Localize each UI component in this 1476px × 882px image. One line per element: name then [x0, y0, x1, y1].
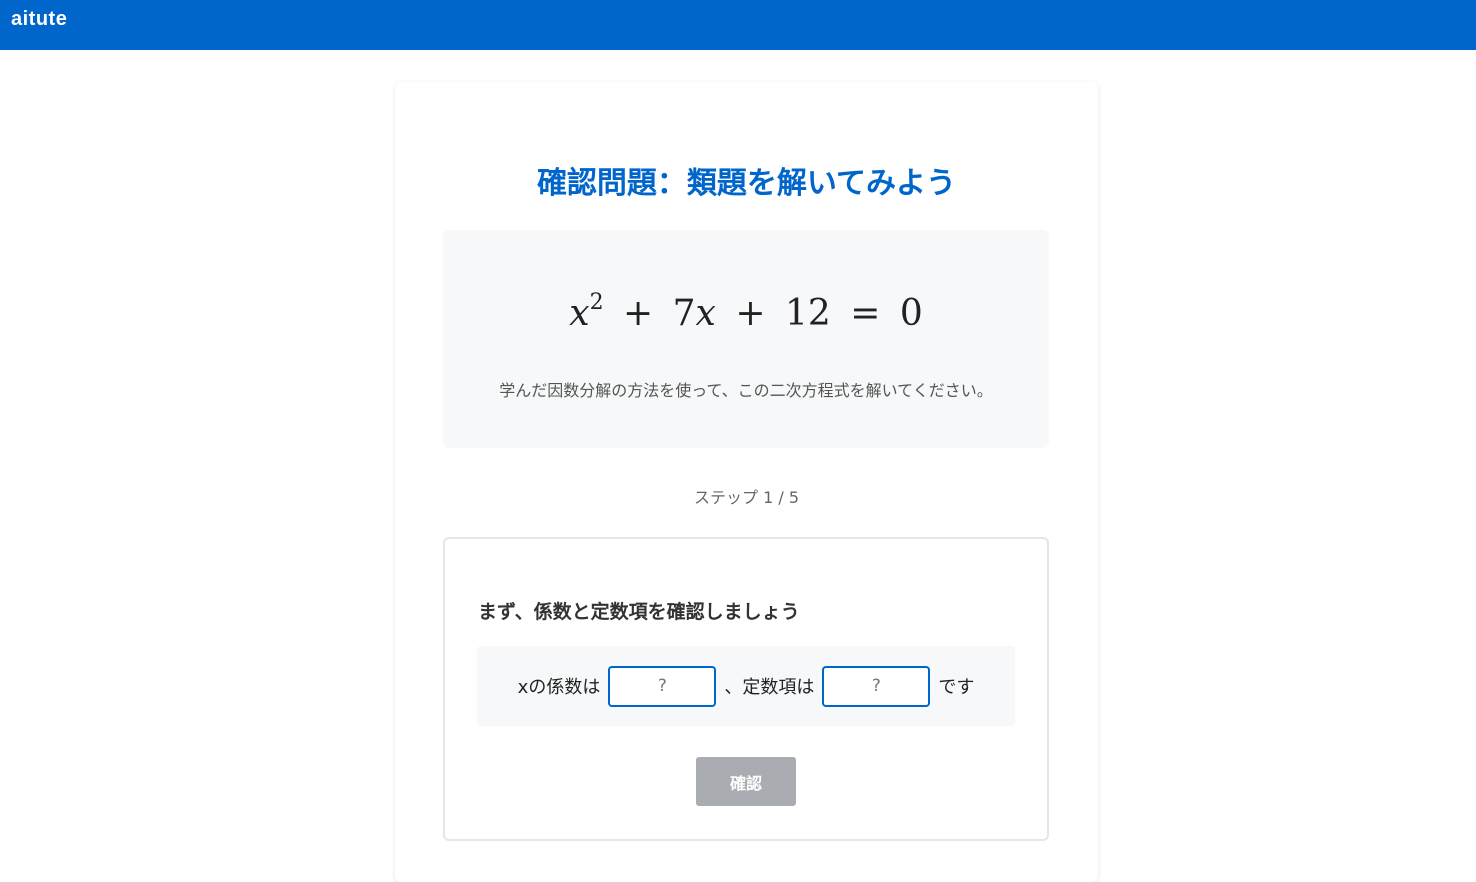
equation-rhs: 0 [899, 293, 923, 334]
confirm-button[interactable]: 確認 [696, 757, 796, 806]
equation-operator: + [735, 293, 766, 334]
coefficient-input[interactable] [608, 665, 717, 707]
equation-variable: x [569, 293, 590, 334]
equation-exponent: 2 [589, 290, 604, 315]
problem-panel: x2 + 7x + 12 = 0 学んだ因数分解の方法を使って、この二次方程式を… [443, 230, 1049, 448]
constant-label: 、定数項は [724, 677, 815, 698]
answer-suffix: です [938, 677, 975, 698]
app-header: aitute [0, 0, 1476, 50]
coefficient-label: xの係数は [517, 677, 601, 698]
equation-constant: 12 [784, 293, 831, 334]
problem-instructions: 学んだ因数分解の方法を使って、この二次方程式を解いてください。 [499, 381, 993, 400]
page-title: 確認問題：類題を解いてみよう [536, 166, 957, 201]
constant-input[interactable] [822, 665, 931, 707]
answer-row: xの係数は 、定数項は です [477, 646, 1015, 726]
step-question: まず、係数と定数項を確認しましょう [478, 601, 800, 623]
equation-coefficient: 7 [672, 293, 696, 334]
step-indicator: ステップ 1 / 5 [693, 488, 799, 507]
brand-logo[interactable]: aitute [11, 8, 67, 31]
step-box: まず、係数と定数項を確認しましょう xの係数は 、定数項は です 確認 [443, 537, 1049, 841]
equation-equals: = [850, 293, 881, 334]
exercise-card: 確認問題：類題を解いてみよう x2 + 7x + 12 = 0 学んだ因数分解の… [395, 82, 1098, 882]
problem-equation: x2 + 7x + 12 = 0 [443, 290, 1049, 334]
equation-variable: x [695, 293, 716, 334]
equation-operator: + [623, 293, 654, 334]
